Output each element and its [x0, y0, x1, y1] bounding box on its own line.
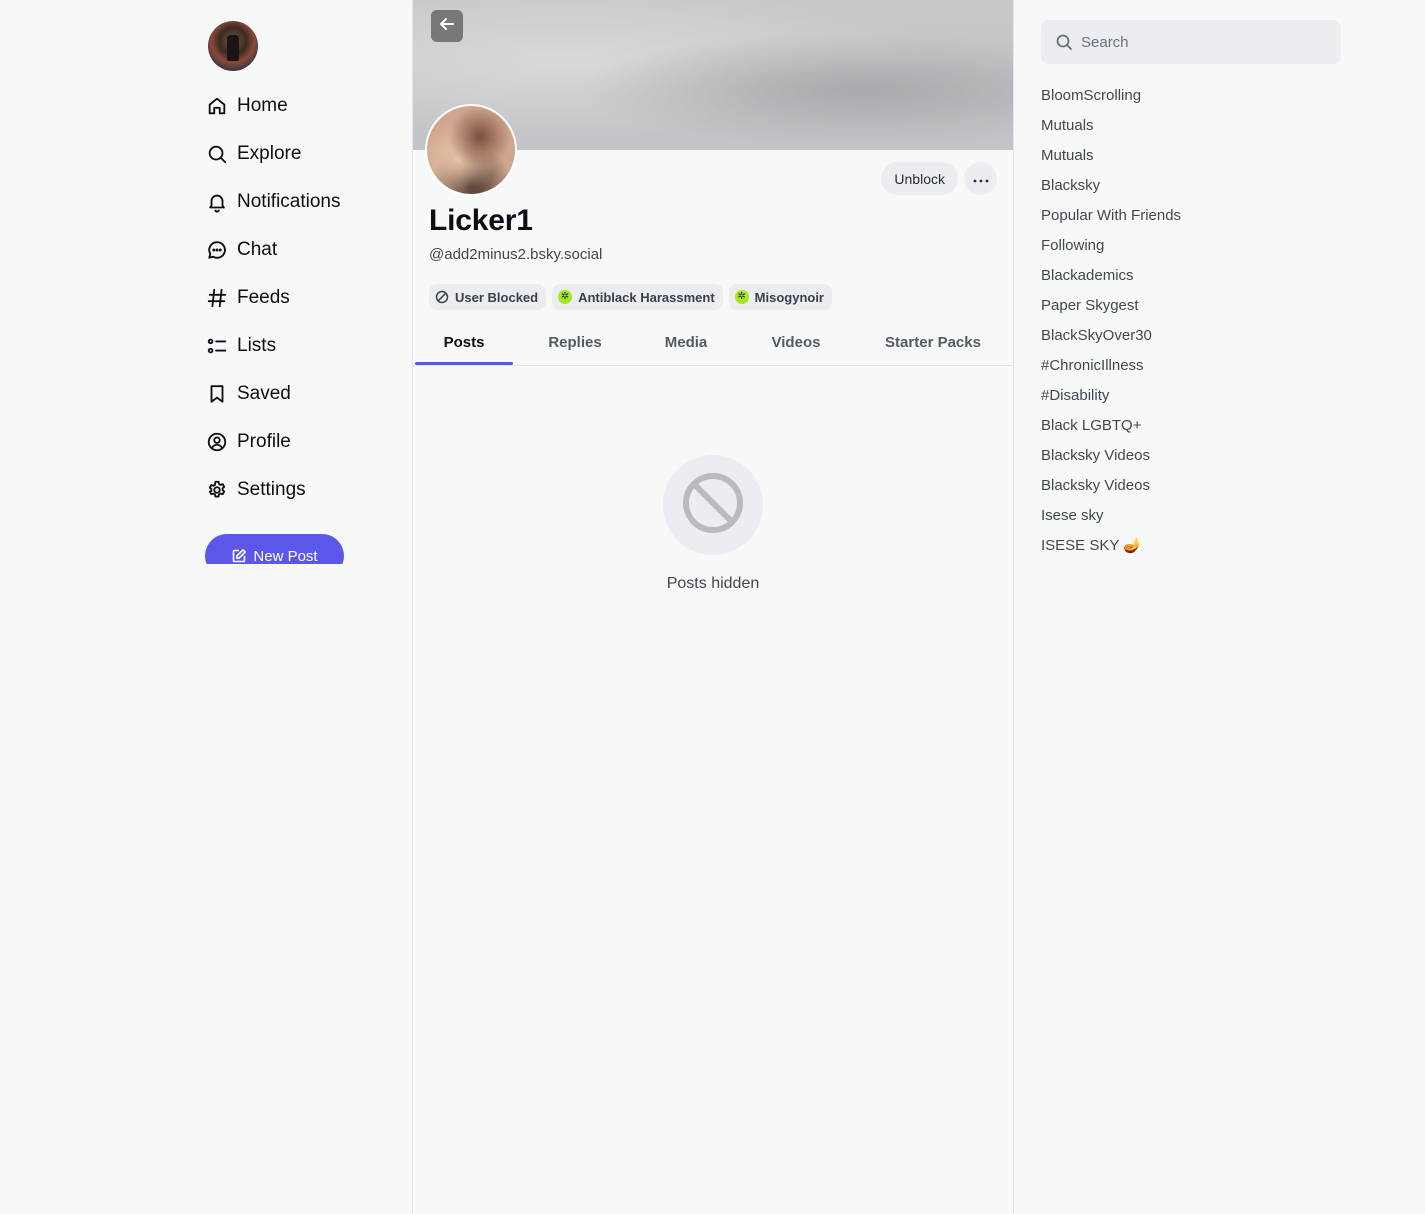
- tab-posts[interactable]: Posts: [413, 320, 515, 365]
- feed-link[interactable]: Popular With Friends: [1041, 200, 1181, 230]
- block-icon: [681, 471, 745, 540]
- profile-column: Unblock Licker1 @add2minus2.bsky.social …: [412, 0, 1014, 1214]
- bookmark-icon: [205, 382, 229, 406]
- nav-label-explore: Explore: [237, 143, 302, 164]
- nav-item-profile[interactable]: Profile: [205, 418, 405, 466]
- feed-link[interactable]: Mutuals: [1041, 110, 1181, 140]
- profile-icon: [205, 430, 229, 454]
- left-nav: Home Explore Notifications Chat Feeds Li…: [0, 0, 412, 1214]
- hash-icon: [205, 286, 229, 310]
- search-bar[interactable]: [1041, 20, 1341, 64]
- profile-actions: Unblock: [881, 162, 997, 195]
- list-icon: [205, 334, 229, 358]
- search-icon: [205, 142, 229, 166]
- posts-hidden-state: Posts hidden: [413, 455, 1013, 593]
- feed-link[interactable]: BlackSkyOver30: [1041, 320, 1181, 350]
- new-post-button[interactable]: New Post: [205, 534, 344, 564]
- search-icon: [1055, 33, 1073, 51]
- arrow-left-icon: [438, 15, 456, 38]
- feed-link[interactable]: Blackademics: [1041, 260, 1181, 290]
- ellipsis-icon: [973, 170, 989, 188]
- label-text: Antiblack Harassment: [578, 289, 715, 305]
- labeler-badge-icon: ✲: [734, 290, 749, 304]
- labeler-badge-icon: ✲: [558, 290, 573, 304]
- feed-link[interactable]: Blacksky Videos: [1041, 440, 1181, 470]
- chat-icon: [205, 238, 229, 262]
- nav-item-lists[interactable]: Lists: [205, 322, 405, 370]
- feed-link[interactable]: Paper Skygest: [1041, 290, 1181, 320]
- tab-replies[interactable]: Replies: [515, 320, 635, 365]
- tab-videos[interactable]: Videos: [737, 320, 855, 365]
- posts-hidden-text: Posts hidden: [666, 575, 760, 592]
- compose-icon: [231, 548, 247, 564]
- block-icon: [435, 290, 449, 304]
- feed-link[interactable]: Mutuals: [1041, 140, 1181, 170]
- feed-link[interactable]: BloomScrolling: [1041, 80, 1181, 110]
- nav-label-feeds: Feeds: [237, 287, 290, 308]
- nav-label-chat: Chat: [237, 239, 278, 260]
- profile-avatar[interactable]: [425, 104, 517, 196]
- feed-list: BloomScrolling Mutuals Mutuals Blacksky …: [1041, 80, 1181, 560]
- nav-item-settings[interactable]: Settings: [205, 466, 405, 514]
- nav-label-notifications: Notifications: [237, 191, 341, 212]
- nav-item-explore[interactable]: Explore: [205, 130, 405, 178]
- feed-link[interactable]: Black LGBTQ+: [1041, 410, 1181, 440]
- nav-item-notifications[interactable]: Notifications: [205, 178, 405, 226]
- nav-item-home[interactable]: Home: [205, 82, 405, 130]
- feed-link[interactable]: Blacksky Videos: [1041, 470, 1181, 500]
- nav-label-profile: Profile: [237, 431, 291, 452]
- right-sidebar: BloomScrolling Mutuals Mutuals Blacksky …: [1014, 0, 1425, 1214]
- feed-link[interactable]: #Disability: [1041, 380, 1181, 410]
- nav-item-chat[interactable]: Chat: [205, 226, 405, 274]
- gear-icon: [205, 478, 229, 502]
- profile-tabs: Posts Replies Media Videos Starter Packs: [413, 320, 1013, 366]
- label-antiblack-harassment[interactable]: ✲ Antiblack Harassment: [552, 284, 723, 310]
- back-button[interactable]: [431, 10, 463, 42]
- bell-icon: [205, 190, 229, 214]
- label-text: Misogynoir: [754, 289, 824, 305]
- current-user-avatar[interactable]: [208, 21, 258, 71]
- search-input[interactable]: [1081, 33, 1331, 51]
- feed-link[interactable]: Isese sky: [1041, 500, 1181, 530]
- label-text: User Blocked: [455, 289, 539, 305]
- new-post-wrapper: New Post: [205, 534, 344, 564]
- nav-label-lists: Lists: [237, 335, 277, 356]
- feed-link[interactable]: ISESE SKY 🪔: [1041, 530, 1181, 560]
- label-user-blocked[interactable]: User Blocked: [429, 284, 547, 310]
- tab-media[interactable]: Media: [635, 320, 737, 365]
- profile-labels: User Blocked ✲ Antiblack Harassment ✲ Mi…: [429, 284, 832, 310]
- nav-label-settings: Settings: [237, 479, 306, 500]
- more-options-button[interactable]: [964, 162, 997, 195]
- nav-label-saved: Saved: [237, 383, 291, 404]
- hidden-icon-circle: [663, 455, 763, 555]
- profile-display-name: Licker1: [429, 204, 533, 237]
- profile-handle: @add2minus2.bsky.social: [429, 246, 603, 263]
- home-icon: [205, 94, 229, 118]
- label-misogynoir[interactable]: ✲ Misogynoir: [728, 284, 832, 310]
- feed-link[interactable]: Blacksky: [1041, 170, 1181, 200]
- new-post-label: New Post: [253, 547, 318, 565]
- nav-list: Home Explore Notifications Chat Feeds Li…: [205, 82, 405, 514]
- nav-item-saved[interactable]: Saved: [205, 370, 405, 418]
- feed-link[interactable]: #ChronicIllness: [1041, 350, 1181, 380]
- unblock-button[interactable]: Unblock: [881, 162, 958, 195]
- feed-link[interactable]: Following: [1041, 230, 1181, 260]
- nav-label-home: Home: [237, 95, 288, 116]
- tab-starter-packs[interactable]: Starter Packs: [855, 320, 1011, 365]
- app-root: Home Explore Notifications Chat Feeds Li…: [0, 0, 1425, 1214]
- nav-item-feeds[interactable]: Feeds: [205, 274, 405, 322]
